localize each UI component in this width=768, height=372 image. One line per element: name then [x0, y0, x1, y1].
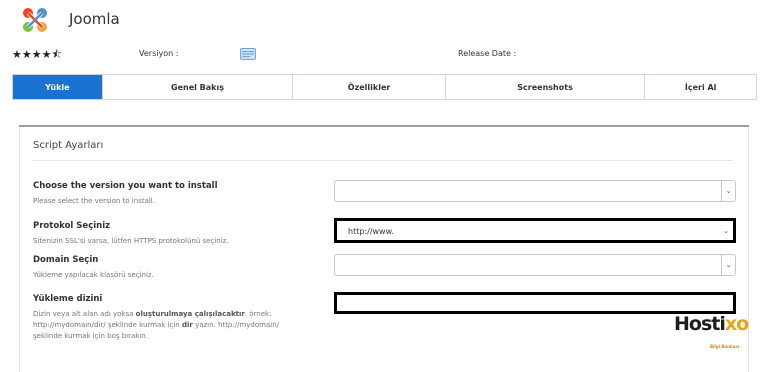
help-text: http://mydomain/dir/ şeklinde kurmak içi… [33, 321, 182, 329]
section-title: Script Ayarları [33, 140, 104, 151]
directory-field-help: Dizin veya alt alan adı yoksa oluşturulm… [33, 309, 323, 342]
section-divider [33, 160, 733, 161]
help-text-bold: dir [181, 321, 193, 329]
tab-overview[interactable]: Genel Bakış [101, 75, 293, 99]
rating-stars: ★★★★⯪ [12, 48, 62, 61]
watermark-logo: Hostixo [674, 313, 749, 335]
directory-input[interactable] [334, 292, 736, 314]
watermark-brand: Hosti [674, 313, 726, 335]
domain-field-title: Domain Seçin [33, 255, 99, 265]
version-field-help: Please select the version to install. [33, 197, 155, 205]
protocol-select[interactable]: http://www. ⌄ [334, 218, 736, 243]
tab-install[interactable]: Yükle [13, 75, 102, 99]
watermark-brand-accent: xo [724, 313, 749, 335]
help-text: yazın. http://mydomain/ [192, 321, 279, 329]
help-text: şeklinde kurmak için boş bırakın. [33, 332, 148, 340]
watermark-tagline: Bilgi Bankası [710, 344, 740, 349]
tab-screenshots[interactable]: Screenshots [444, 75, 645, 99]
notes-icon[interactable] [240, 48, 256, 60]
release-date-label: Release Date : [458, 49, 517, 58]
app-title: Joomla [69, 10, 120, 28]
domain-field-help: Yükleme yapılacak klasörü seçiniz. [33, 271, 154, 279]
chevron-down-icon: ⌄ [721, 255, 735, 275]
version-label: Versiyon : [139, 49, 179, 58]
protocol-field-title: Protokol Seçiniz [33, 221, 111, 231]
install-tabs: Yükle Genel Bakış Özellikler Screenshots… [12, 74, 757, 100]
version-select[interactable]: ⌄ [334, 180, 736, 202]
help-text-bold: oluşturulmaya çalışılacaktır [135, 310, 245, 318]
chevron-down-icon: ⌄ [723, 226, 729, 235]
help-text: . örnek: [244, 310, 272, 318]
directory-field-title: Yükleme dizini [33, 294, 103, 304]
protocol-select-value: http://www. [348, 227, 394, 236]
protocol-field-help: Sitenizin SSL'si varsa, lütfen HTTPS pro… [33, 237, 229, 245]
help-text: Dizin veya alt alan adı yoksa [33, 310, 136, 318]
domain-select[interactable]: ⌄ [334, 254, 736, 276]
tab-features[interactable]: Özellikler [292, 75, 445, 99]
joomla-logo-icon [23, 8, 47, 32]
chevron-down-icon: ⌄ [721, 181, 735, 201]
tab-import[interactable]: İçeri Al [644, 75, 757, 99]
version-field-title: Choose the version you want to install [33, 181, 218, 191]
